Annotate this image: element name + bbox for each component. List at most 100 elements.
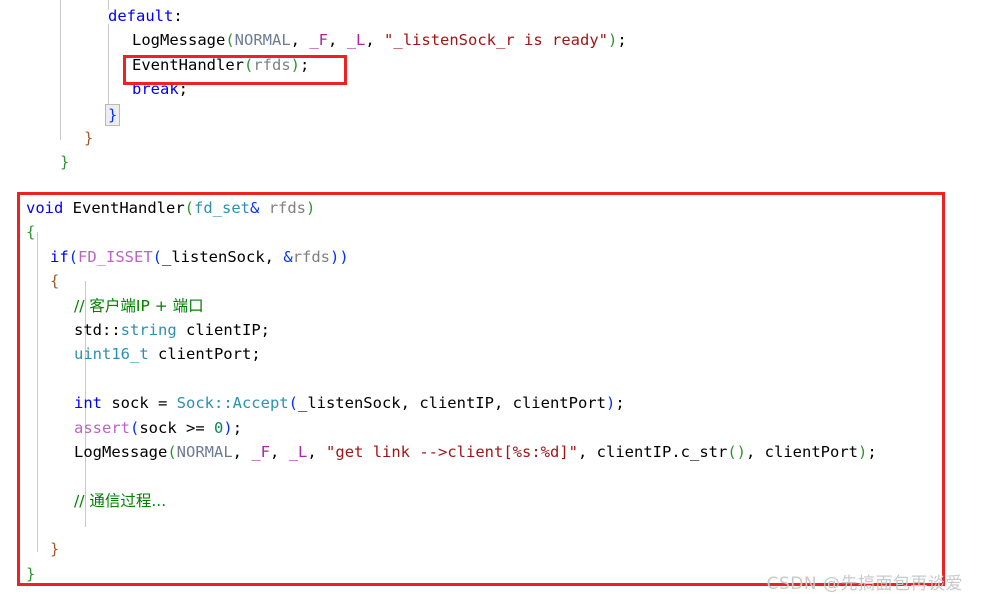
code-token: ) [736,442,746,461]
code-token: , [270,442,289,461]
code-token: rfds [268,199,307,217]
code-line: // 客户端IP + 端口 [0,294,981,318]
code-token: _F [309,31,329,50]
code-token: // 通信过程... [74,491,167,510]
code-token: ; [260,320,271,339]
code-token: ) [223,418,233,437]
code-token: ( [152,247,163,266]
code-token: , [493,394,513,413]
code-token: ; [232,418,243,437]
code-token: & [283,247,293,266]
code-token: } [50,540,60,559]
code-line: } [0,150,981,174]
code-token: int [74,394,102,413]
code-line: default: [0,4,981,28]
code-token: , [232,442,252,461]
code-token: LogMessage [74,442,168,461]
code-token: ( [68,247,79,266]
code-token: 0 [214,418,224,437]
code-token: _listenSock [297,394,401,413]
code-token: ( [727,442,737,461]
code-block-eventhandler-definition: void EventHandler(fd_set& rfds){if(FD_IS… [0,196,981,586]
code-token: LogMessage [132,31,226,50]
code-token: } [84,128,94,147]
code-token: } [60,153,70,172]
code-line: if(FD_ISSET(_listenSock, &rfds)) [0,245,981,269]
code-token: ) [857,442,868,461]
code-token: clientIP [419,394,494,413]
code-token: , [328,31,347,50]
code-token: break [132,80,179,99]
code-token: :: [102,320,121,339]
code-line: } [0,537,981,561]
code-token: "_listenSock_r is ready" [384,31,608,50]
code-token: FD_ISSET [78,247,153,266]
code-line: { [0,269,981,293]
code-token: ) [290,55,300,74]
code-token: assert [74,418,130,437]
code-token: ( [225,31,235,50]
code-line: assert(sock >= 0); [0,416,981,440]
code-token: ( [243,55,254,74]
code-line: { [0,220,981,244]
code-token: , clientIP.c_str [578,442,728,461]
code-line: LogMessage(NORMAL, _F, _L, "_listenSock_… [0,28,981,52]
code-token: : [173,7,183,25]
code-line: // 通信过程... [0,489,981,513]
code-token: _F [251,442,271,461]
code-line: void EventHandler(fd_set& rfds) [0,196,981,220]
code-token: clientIP [176,320,261,339]
code-token: EventHandler [72,199,185,217]
code-token: clientPort [512,394,606,413]
code-token: string [120,320,177,339]
code-token: } [105,103,121,126]
code-token: NORMAL [234,31,291,50]
code-line: std::string clientIP; [0,318,981,342]
code-token: , [264,247,284,266]
code-token: { [26,223,36,242]
code-token: , [307,442,327,461]
code-line: } [0,126,981,150]
csdn-watermark: CSDN @先搞面包再谈爱 [766,574,963,594]
code-token: sock = [102,394,177,413]
code-token: default [108,7,174,25]
code-line: } [0,102,981,126]
code-token: Sock::Accept [176,394,289,413]
code-token: clientPort [148,345,252,364]
code-token: uint16_t [74,345,149,364]
code-token: ; [615,394,625,413]
code-token: _listenSock [162,247,265,266]
code-token: fd_set [194,199,250,217]
code-token: ) [306,199,316,217]
code-token: _L [288,442,308,461]
code-token: , clientPort [746,442,858,461]
code-token: ; [617,31,627,50]
code-token: _L [346,31,366,50]
code-token: , [400,394,420,413]
code-token: rfds [253,55,291,74]
code-token: , [290,31,310,50]
code-token: ; [867,442,877,461]
code-token: EventHandler [132,55,244,74]
code-token: // 客户端IP + 端口 [74,296,204,315]
code-token: ; [251,345,261,364]
code-line: LogMessage(NORMAL, _F, _L, "get link -->… [0,440,981,464]
code-token: ) [605,394,616,413]
code-token: ) [330,247,340,266]
code-token: & [250,199,260,217]
code-token: ( [288,394,298,413]
code-token: ( [167,442,177,461]
code-token: "get link -->client[%s:%d]" [326,442,578,461]
code-token: ( [184,199,194,217]
code-token: sock >= [139,418,214,437]
code-token: ) [608,31,618,50]
code-line: break; [0,77,981,101]
code-line: uint16_t clientPort; [0,342,981,366]
code-block-switch-default: default: LogMessage(NORMAL, _F, _L, "_lis… [0,4,981,175]
code-token: ; [300,55,310,74]
